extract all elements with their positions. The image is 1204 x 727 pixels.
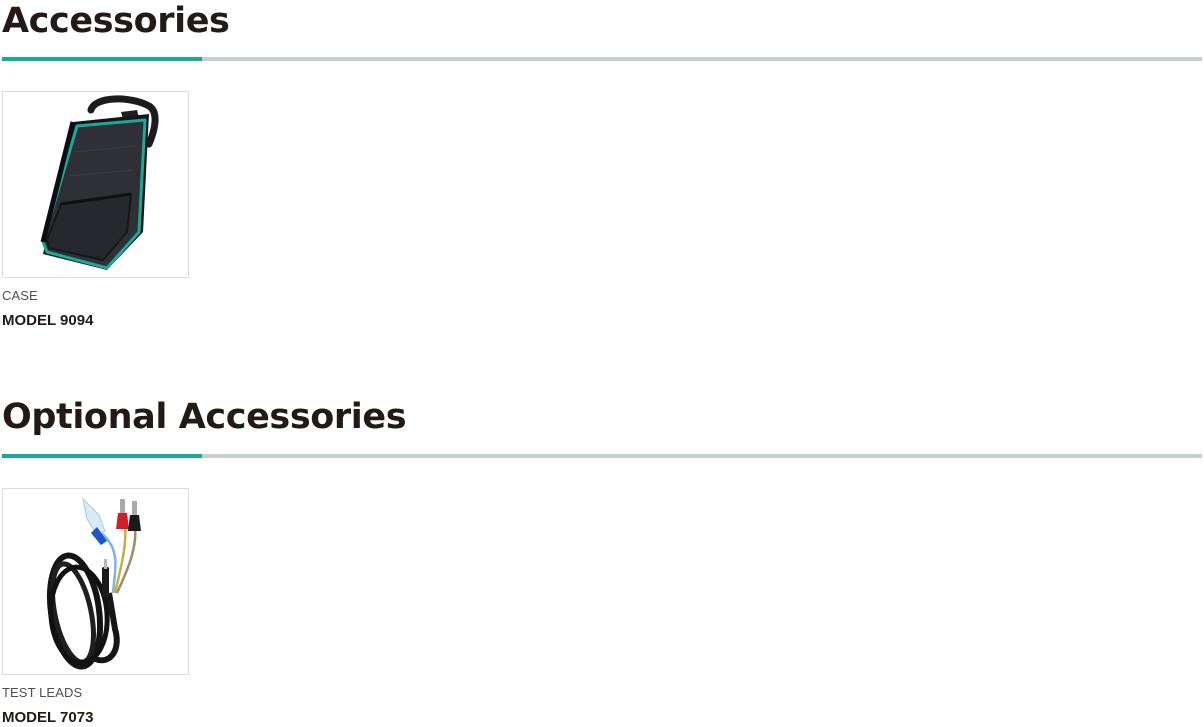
test-leads-image [46, 497, 141, 670]
section-title-accessories: Accessories [2, 1, 230, 41]
product-model[interactable]: MODEL 7073 [2, 709, 189, 727]
product-image-case[interactable] [2, 91, 189, 278]
carrying-case-image [40, 95, 159, 270]
section-divider [2, 57, 1202, 61]
product-model[interactable]: MODEL 9094 [2, 312, 189, 330]
section-title-optional-accessories: Optional Accessories [2, 397, 407, 437]
product-image-test-leads[interactable] [2, 488, 189, 675]
product-category: TEST LEADS [2, 685, 83, 700]
section-divider-accent [2, 454, 202, 458]
optional-accessories-section: Optional Accessories TEST LEADS MODEL 70… [2, 396, 1202, 726]
product-card-case[interactable]: CASE MODEL 9094 [2, 91, 189, 330]
product-card-test-leads[interactable]: TEST LEADS MODEL 7073 [2, 488, 189, 727]
section-divider [2, 454, 1202, 458]
product-category: CASE [2, 288, 38, 303]
accessories-section: Accessories CASE MODEL 9094 [2, 0, 1202, 329]
section-divider-accent [2, 57, 202, 61]
